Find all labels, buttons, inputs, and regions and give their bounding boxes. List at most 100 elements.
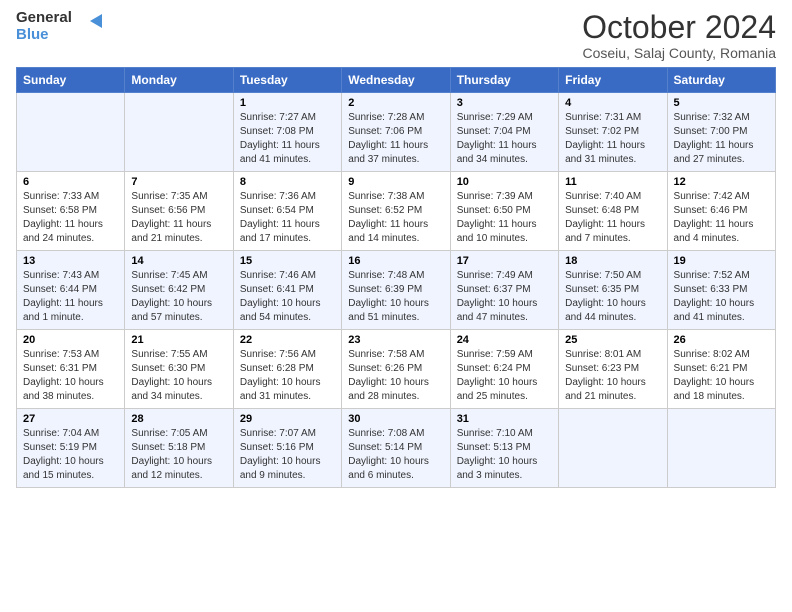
calendar-cell: 10 Sunrise: 7:39 AM Sunset: 6:50 PM Dayli… <box>450 172 558 251</box>
col-tuesday: Tuesday <box>233 68 341 93</box>
day-info: Sunrise: 7:27 AM Sunset: 7:08 PM Dayligh… <box>240 111 335 167</box>
day-number: 30 <box>348 413 443 425</box>
col-wednesday: Wednesday <box>342 68 450 93</box>
calendar-cell: 21Sunrise: 7:55 AM Sunset: 6:30 PM Dayli… <box>125 330 233 409</box>
day-number: 4 <box>565 97 660 109</box>
calendar-cell: 25 Sunrise: 8:01 AM Sunset: 6:23 PM Dayli… <box>559 330 667 409</box>
month-title: October 2024 <box>582 10 776 45</box>
calendar-cell: 18Sunrise: 7:50 AM Sunset: 6:35 PM Dayli… <box>559 251 667 330</box>
day-info: Sunrise: 7:43 AM Sunset: 6:44 PM Dayligh… <box>23 269 118 325</box>
day-info: Sunrise: 7:48 AM Sunset: 6:39 PM Dayligh… <box>348 269 443 325</box>
day-number: 22 <box>240 334 335 346</box>
day-info: Sunrise: 7:08 AM Sunset: 5:14 PM Dayligh… <box>348 427 443 483</box>
logo: General Blue <box>16 10 102 43</box>
calendar-cell <box>559 409 667 488</box>
calendar-cell <box>17 93 125 172</box>
col-monday: Monday <box>125 68 233 93</box>
day-info: Sunrise: 7:32 AM Sunset: 7:00 PM Dayligh… <box>674 111 769 167</box>
day-info: Sunrise: 8:02 AM Sunset: 6:21 PM Dayligh… <box>674 348 769 404</box>
calendar-week-3: 13 Sunrise: 7:43 AM Sunset: 6:44 PM Dayli… <box>17 251 776 330</box>
calendar-cell: 11 Sunrise: 7:40 AM Sunset: 6:48 PM Dayli… <box>559 172 667 251</box>
day-number: 23 <box>348 334 443 346</box>
day-number: 8 <box>240 176 335 188</box>
calendar-cell: 27Sunrise: 7:04 AM Sunset: 5:19 PM Dayli… <box>17 409 125 488</box>
day-number: 13 <box>23 255 118 267</box>
day-info: Sunrise: 7:05 AM Sunset: 5:18 PM Dayligh… <box>131 427 226 483</box>
calendar-cell: 17 Sunrise: 7:49 AM Sunset: 6:37 PM Dayli… <box>450 251 558 330</box>
calendar-cell: 12 Sunrise: 7:42 AM Sunset: 6:46 PM Dayli… <box>667 172 775 251</box>
day-info: Sunrise: 7:42 AM Sunset: 6:46 PM Dayligh… <box>674 190 769 246</box>
day-number: 19 <box>674 255 769 267</box>
day-number: 24 <box>457 334 552 346</box>
calendar-cell: 22 Sunrise: 7:56 AM Sunset: 6:28 PM Dayli… <box>233 330 341 409</box>
day-info: Sunrise: 7:45 AM Sunset: 6:42 PM Dayligh… <box>131 269 226 325</box>
logo-bird-icon <box>80 14 102 36</box>
day-number: 20 <box>23 334 118 346</box>
calendar-page: General Blue October 2024 Coseiu, Salaj … <box>0 0 792 612</box>
logo-text: General Blue <box>16 10 72 43</box>
day-info: Sunrise: 7:10 AM Sunset: 5:13 PM Dayligh… <box>457 427 552 483</box>
day-info: Sunrise: 8:01 AM Sunset: 6:23 PM Dayligh… <box>565 348 660 404</box>
location: Coseiu, Salaj County, Romania <box>582 45 776 61</box>
calendar-cell: 28Sunrise: 7:05 AM Sunset: 5:18 PM Dayli… <box>125 409 233 488</box>
day-number: 3 <box>457 97 552 109</box>
day-number: 14 <box>131 255 226 267</box>
calendar-cell: 4 Sunrise: 7:31 AM Sunset: 7:02 PM Daylig… <box>559 93 667 172</box>
calendar-cell: 1Sunrise: 7:27 AM Sunset: 7:08 PM Daylig… <box>233 93 341 172</box>
calendar-cell: 20 Sunrise: 7:53 AM Sunset: 6:31 PM Dayli… <box>17 330 125 409</box>
day-info: Sunrise: 7:39 AM Sunset: 6:50 PM Dayligh… <box>457 190 552 246</box>
day-number: 27 <box>23 413 118 425</box>
day-number: 5 <box>674 97 769 109</box>
day-info: Sunrise: 7:55 AM Sunset: 6:30 PM Dayligh… <box>131 348 226 404</box>
day-info: Sunrise: 7:38 AM Sunset: 6:52 PM Dayligh… <box>348 190 443 246</box>
day-info: Sunrise: 7:33 AM Sunset: 6:58 PM Dayligh… <box>23 190 118 246</box>
day-number: 9 <box>348 176 443 188</box>
day-number: 6 <box>23 176 118 188</box>
day-info: Sunrise: 7:07 AM Sunset: 5:16 PM Dayligh… <box>240 427 335 483</box>
col-friday: Friday <box>559 68 667 93</box>
calendar-cell: 29Sunrise: 7:07 AM Sunset: 5:16 PM Dayli… <box>233 409 341 488</box>
day-number: 25 <box>565 334 660 346</box>
day-info: Sunrise: 7:46 AM Sunset: 6:41 PM Dayligh… <box>240 269 335 325</box>
day-info: Sunrise: 7:29 AM Sunset: 7:04 PM Dayligh… <box>457 111 552 167</box>
calendar-cell: 8Sunrise: 7:36 AM Sunset: 6:54 PM Daylig… <box>233 172 341 251</box>
day-number: 31 <box>457 413 552 425</box>
day-number: 7 <box>131 176 226 188</box>
calendar-cell: 15 Sunrise: 7:46 AM Sunset: 6:41 PM Dayli… <box>233 251 341 330</box>
day-number: 15 <box>240 255 335 267</box>
day-number: 10 <box>457 176 552 188</box>
calendar-cell: 9 Sunrise: 7:38 AM Sunset: 6:52 PM Daylig… <box>342 172 450 251</box>
col-thursday: Thursday <box>450 68 558 93</box>
day-number: 26 <box>674 334 769 346</box>
day-info: Sunrise: 7:53 AM Sunset: 6:31 PM Dayligh… <box>23 348 118 404</box>
calendar-week-2: 6 Sunrise: 7:33 AM Sunset: 6:58 PM Daylig… <box>17 172 776 251</box>
day-number: 12 <box>674 176 769 188</box>
calendar-cell: 2Sunrise: 7:28 AM Sunset: 7:06 PM Daylig… <box>342 93 450 172</box>
col-sunday: Sunday <box>17 68 125 93</box>
day-info: Sunrise: 7:50 AM Sunset: 6:35 PM Dayligh… <box>565 269 660 325</box>
calendar-cell: 6 Sunrise: 7:33 AM Sunset: 6:58 PM Daylig… <box>17 172 125 251</box>
day-info: Sunrise: 7:40 AM Sunset: 6:48 PM Dayligh… <box>565 190 660 246</box>
day-number: 11 <box>565 176 660 188</box>
day-info: Sunrise: 7:49 AM Sunset: 6:37 PM Dayligh… <box>457 269 552 325</box>
calendar-header-row: Sunday Monday Tuesday Wednesday Thursday… <box>17 68 776 93</box>
day-number: 17 <box>457 255 552 267</box>
day-info: Sunrise: 7:35 AM Sunset: 6:56 PM Dayligh… <box>131 190 226 246</box>
calendar-cell <box>125 93 233 172</box>
day-info: Sunrise: 7:59 AM Sunset: 6:24 PM Dayligh… <box>457 348 552 404</box>
calendar-cell: 30 Sunrise: 7:08 AM Sunset: 5:14 PM Dayli… <box>342 409 450 488</box>
day-info: Sunrise: 7:58 AM Sunset: 6:26 PM Dayligh… <box>348 348 443 404</box>
calendar-cell: 23 Sunrise: 7:58 AM Sunset: 6:26 PM Dayli… <box>342 330 450 409</box>
calendar-week-5: 27Sunrise: 7:04 AM Sunset: 5:19 PM Dayli… <box>17 409 776 488</box>
day-number: 2 <box>348 97 443 109</box>
day-info: Sunrise: 7:31 AM Sunset: 7:02 PM Dayligh… <box>565 111 660 167</box>
calendar-cell: 19Sunrise: 7:52 AM Sunset: 6:33 PM Dayli… <box>667 251 775 330</box>
calendar-cell: 5 Sunrise: 7:32 AM Sunset: 7:00 PM Daylig… <box>667 93 775 172</box>
calendar-week-1: 1Sunrise: 7:27 AM Sunset: 7:08 PM Daylig… <box>17 93 776 172</box>
day-info: Sunrise: 7:56 AM Sunset: 6:28 PM Dayligh… <box>240 348 335 404</box>
calendar-cell: 13 Sunrise: 7:43 AM Sunset: 6:44 PM Dayli… <box>17 251 125 330</box>
calendar-cell: 31 Sunrise: 7:10 AM Sunset: 5:13 PM Dayli… <box>450 409 558 488</box>
header: General Blue October 2024 Coseiu, Salaj … <box>16 10 776 61</box>
calendar-cell: 24 Sunrise: 7:59 AM Sunset: 6:24 PM Dayli… <box>450 330 558 409</box>
title-area: October 2024 Coseiu, Salaj County, Roman… <box>582 10 776 61</box>
